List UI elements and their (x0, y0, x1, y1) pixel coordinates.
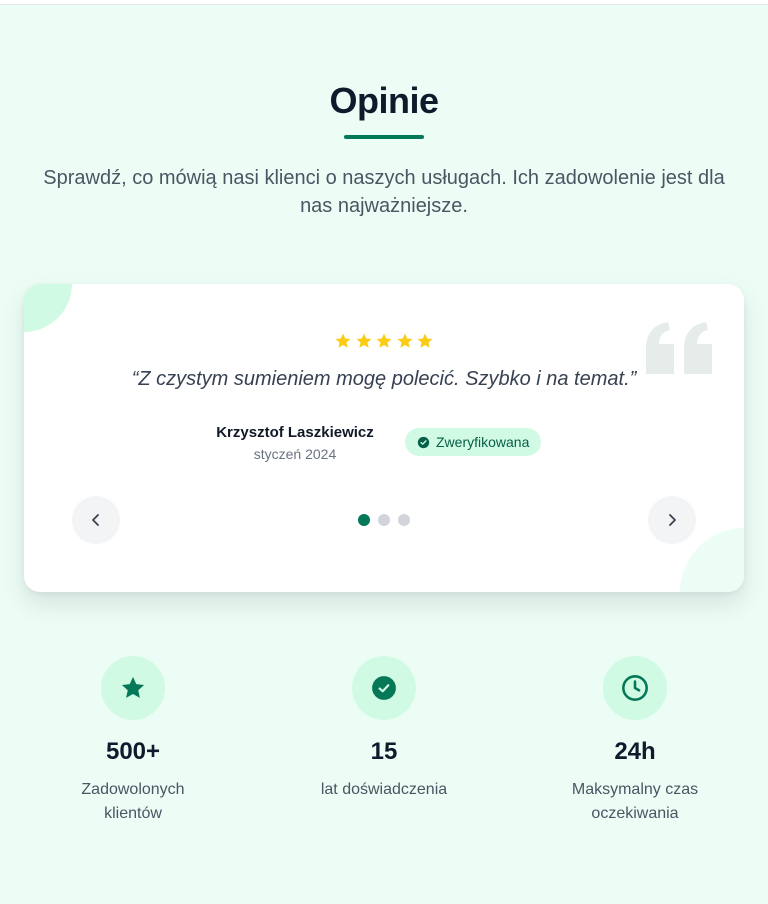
stat-icon-circle (352, 656, 416, 720)
star-icon (376, 333, 392, 348)
check-badge-icon (372, 676, 396, 700)
review-date: styczeń 2024 (253, 446, 337, 462)
verified-badge-label: Zweryfikowana (436, 434, 530, 450)
decorative-blob-bottom-right (680, 528, 744, 592)
slide-dot-3[interactable] (398, 514, 410, 526)
section-subtitle: Sprawdź, co mówią nasi klienci o naszych… (43, 167, 725, 217)
stat-satisfied-clients: 500+ Zadowolonych klientów (13, 656, 253, 826)
quote-mark-icon (646, 322, 712, 374)
rating-stars (334, 332, 434, 352)
check-circle-icon (417, 436, 430, 448)
star-icon (356, 333, 371, 348)
title-underline (344, 135, 424, 139)
stat-label: Maksymalny czas oczekiwania (571, 781, 699, 822)
next-testimonial-button[interactable] (648, 496, 696, 544)
stat-value: 15 (370, 738, 398, 765)
stat-value: 500+ (105, 738, 161, 765)
star-icon (417, 333, 433, 348)
slide-indicators (358, 514, 410, 526)
stat-icon-circle (101, 656, 165, 720)
star-icon (335, 333, 351, 348)
testimonial-quote: “Z czystym sumieniem mogę polecić. Szybk… (131, 368, 637, 390)
stat-years-experience: 15 lat doświadczenia (264, 656, 504, 802)
verified-badge: Zweryfikowana (405, 428, 542, 456)
slide-dot-1[interactable] (358, 514, 370, 526)
chevron-right-icon (669, 514, 676, 526)
decorative-blob-top-left (24, 284, 72, 332)
section-title: Opinie (329, 80, 439, 121)
stat-label: Zadowolonych klientów (81, 781, 185, 822)
chevron-left-icon (92, 514, 99, 526)
stat-label: lat doświadczenia (320, 781, 448, 798)
clock-icon (622, 675, 648, 701)
top-divider (0, 0, 768, 5)
previous-testimonial-button[interactable] (72, 496, 120, 544)
slide-dot-2[interactable] (378, 514, 390, 526)
testimonials-section: Opinie Sprawdź, co mówią nasi klienci o … (0, 0, 768, 904)
stat-max-wait-time: 24h Maksymalny czas oczekiwania (515, 656, 755, 826)
star-icon (121, 676, 145, 698)
author-name: Krzysztof Laszkiewicz (216, 424, 374, 441)
star-icon (397, 333, 412, 348)
stat-icon-circle (603, 656, 667, 720)
stat-value: 24h (614, 738, 656, 765)
testimonial-card: “Z czystym sumieniem mogę polecić. Szybk… (24, 284, 744, 592)
